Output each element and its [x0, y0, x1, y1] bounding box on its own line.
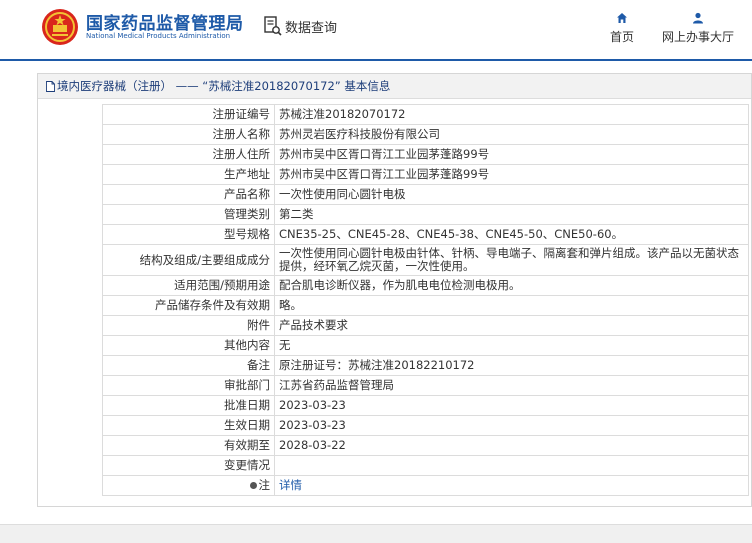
panel-title-registration-number: 苏械注准20182070172	[208, 79, 335, 93]
site-header: 国家药品监督管理局 National Medical Products Admi…	[0, 0, 752, 58]
row-label: 结构及组成/主要组成成分	[102, 244, 275, 276]
row-value: 一次性使用同心圆针电极由针体、针柄、导电端子、隔离套和弹片组成。该产品以无菌状态…	[274, 244, 749, 276]
table-row: 产品名称 一次性使用同心圆针电极	[102, 184, 749, 205]
row-value: 无	[274, 335, 749, 356]
row-value: 产品技术要求	[274, 315, 749, 336]
row-label: 生效日期	[102, 415, 275, 436]
nav-home[interactable]: 首页	[606, 12, 638, 45]
row-value: 2023-03-23	[274, 395, 749, 416]
row-label: 型号规格	[102, 224, 275, 245]
row-value: 苏州灵岩医疗科技股份有限公司	[274, 124, 749, 145]
row-value: 苏州市吴中区胥口胥江工业园茅蓬路99号	[274, 144, 749, 165]
home-icon	[617, 13, 627, 23]
user-icon	[693, 12, 703, 24]
panel-title-separator: —— “	[172, 79, 209, 93]
table-row: 注册人名称 苏州灵岩医疗科技股份有限公司	[102, 124, 749, 145]
panel-title-category: 境内医疗器械（注册）	[57, 79, 172, 93]
table-row: 管理类别 第二类	[102, 204, 749, 225]
row-label: 注册人住所	[102, 144, 275, 165]
data-query-label: 数据查询	[285, 20, 338, 36]
row-label: 审批部门	[102, 375, 275, 396]
table-row: 产品储存条件及有效期 略。	[102, 295, 749, 316]
row-value: 江苏省药品监督管理局	[274, 375, 749, 396]
brand-title[interactable]: 国家药品监督管理局	[86, 9, 244, 34]
row-label: 有效期至	[102, 435, 275, 456]
row-value: 一次性使用同心圆针电极	[274, 184, 749, 205]
brand-subtitle: National Medical Products Administration	[86, 32, 231, 40]
search-document-icon	[264, 16, 282, 36]
nav-online-service-hall[interactable]: 网上办事大厅	[660, 12, 736, 45]
panel-title-suffix: 基本信息	[340, 79, 391, 93]
nav-home-label: 首页	[609, 30, 634, 44]
footer-bar	[0, 524, 752, 543]
row-value: 2028-03-22	[274, 435, 749, 456]
row-value: 2023-03-23	[274, 415, 749, 436]
row-label: 管理类别	[102, 204, 275, 225]
note-label-cell: 注	[102, 475, 275, 496]
row-label: 备注	[102, 355, 275, 376]
note-dot-icon	[249, 482, 257, 489]
row-label: 注册人名称	[102, 124, 275, 145]
note-value-cell: 详情	[274, 475, 749, 496]
row-value: 略。	[274, 295, 749, 316]
table-row: 备注 原注册证号：苏械注准20182210172	[102, 355, 749, 376]
national-emblem-icon[interactable]	[40, 7, 80, 47]
row-label: 附件	[102, 315, 275, 336]
row-label: 注册证编号	[102, 104, 275, 125]
registration-detail-table: 注册证编号 苏械注准20182070172 注册人名称 苏州灵岩医疗科技股份有限公司…	[102, 104, 749, 496]
table-row: 适用范围/预期用途 配合肌电诊断仪器，作为肌电电位检测电极用。	[102, 275, 749, 296]
table-row: 注册证编号 苏械注准20182070172	[102, 104, 749, 125]
row-label: 其他内容	[102, 335, 275, 356]
row-value: 配合肌电诊断仪器，作为肌电电位检测电极用。	[274, 275, 749, 296]
row-label: 批准日期	[102, 395, 275, 416]
row-value: 苏械注准20182070172	[274, 104, 749, 125]
row-label: 产品名称	[102, 184, 275, 205]
row-label: 注	[258, 478, 271, 492]
row-label: 适用范围/预期用途	[102, 275, 275, 296]
row-value: 第二类	[274, 204, 749, 225]
detail-panel: 境内医疗器械（注册） —— “苏械注准20182070172” 基本信息 注册证…	[37, 73, 752, 507]
nav-online-service-label: 网上办事大厅	[661, 30, 734, 44]
table-row: 其他内容无	[102, 335, 749, 356]
table-row: 有效期至 2028-03-22	[102, 435, 749, 456]
row-label: 产品储存条件及有效期	[102, 295, 275, 316]
row-value: 苏州市吴中区胥口胥江工业园茅蓬路99号	[274, 164, 749, 185]
data-query-link[interactable]: 数据查询	[264, 15, 337, 37]
table-row: 批准日期 2023-03-23	[102, 395, 749, 416]
table-row: 注册人住所 苏州市吴中区胥口胥江工业园茅蓬路99号	[102, 144, 749, 165]
row-label: 生产地址	[102, 164, 275, 185]
details-link[interactable]: 详情	[279, 478, 302, 492]
table-row: 附件 产品技术要求	[102, 315, 749, 336]
panel-title: 境内医疗器械（注册） —— “苏械注准20182070172” 基本信息	[38, 74, 751, 99]
row-label: 变更情况	[102, 455, 275, 476]
table-row: 型号规格 CNE35-25、CNE45-28、CNE45-38、CNE45-50、…	[102, 224, 749, 245]
row-value	[274, 455, 749, 476]
row-value: 原注册证号：苏械注准20182210172	[274, 355, 749, 376]
table-row: 结构及组成/主要组成成分 一次性使用同心圆针电极由针体、针柄、导电端子、隔离套和弹…	[102, 244, 749, 276]
document-icon	[46, 80, 55, 92]
header-divider	[0, 59, 752, 61]
row-value: CNE35-25、CNE45-28、CNE45-38、CNE45-50、CNE5…	[274, 224, 749, 245]
table-row: 生产地址 苏州市吴中区胥口胥江工业园茅蓬路99号	[102, 164, 749, 185]
table-row: 生效日期 2023-03-23	[102, 415, 749, 436]
table-row: 注 详情	[102, 475, 749, 496]
table-row: 审批部门 江苏省药品监督管理局	[102, 375, 749, 396]
table-row: 变更情况	[102, 455, 749, 476]
